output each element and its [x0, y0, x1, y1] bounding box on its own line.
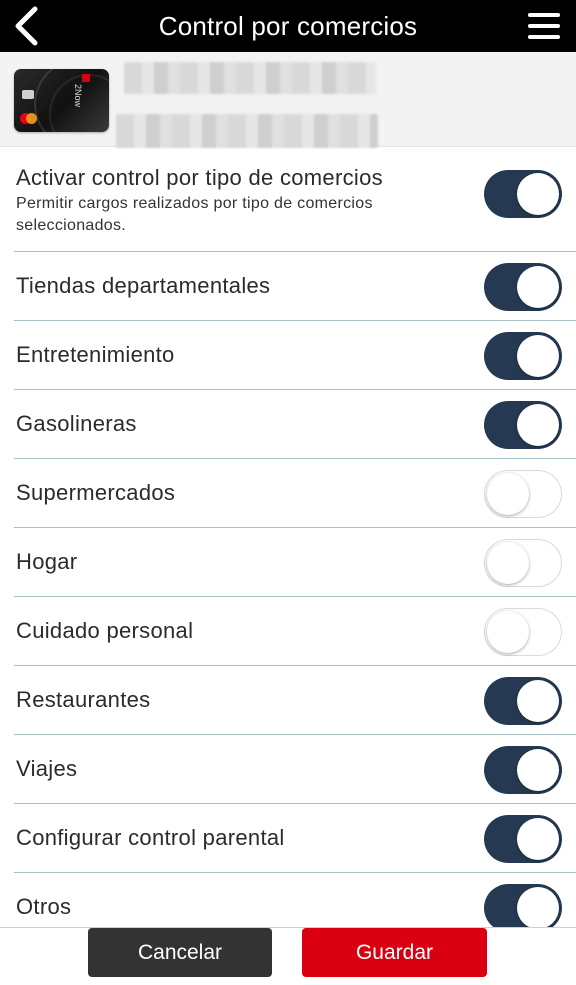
category-row: Hogar — [14, 528, 576, 597]
back-button[interactable] — [8, 4, 44, 48]
category-label: Hogar — [16, 549, 78, 574]
menu-button[interactable] — [526, 10, 562, 42]
category-toggle[interactable] — [484, 332, 562, 380]
category-toggle[interactable] — [484, 746, 562, 794]
master-control-label: Activar control por tipo de comercios — [16, 165, 383, 190]
category-toggle[interactable] — [484, 539, 562, 587]
category-toggle[interactable] — [484, 815, 562, 863]
master-control-description: Permitir cargos realizados por tipo de c… — [16, 195, 373, 234]
category-label: Viajes — [16, 756, 78, 781]
category-row: Tiendas departamentales — [14, 252, 576, 321]
category-row: Supermercados — [14, 459, 576, 528]
category-label: Entretenimiento — [16, 342, 175, 367]
chevron-left-icon — [15, 6, 38, 46]
category-row: Gasolineras — [14, 390, 576, 459]
category-label: Restaurantes — [16, 687, 151, 712]
merchant-controls-list: Activar control por tipo de comercios Pe… — [0, 148, 576, 942]
card-brand-text: 2Now — [73, 84, 83, 108]
category-row: Viajes — [14, 735, 576, 804]
master-control-row: Activar control por tipo de comercios Pe… — [14, 148, 576, 252]
category-row: Configurar control parental — [14, 804, 576, 873]
page-title: Control por comercios — [158, 10, 418, 41]
category-label: Supermercados — [16, 480, 176, 505]
category-row: Restaurantes — [14, 666, 576, 735]
card-number-redacted — [116, 114, 378, 148]
save-button[interactable]: Guardar — [302, 928, 487, 977]
category-toggle[interactable] — [484, 263, 562, 311]
category-toggle[interactable] — [484, 608, 562, 656]
category-toggle[interactable] — [484, 470, 562, 518]
category-label: Gasolineras — [16, 411, 137, 436]
category-toggle[interactable] — [484, 677, 562, 725]
bank-logo-icon — [82, 74, 90, 82]
master-control-toggle[interactable] — [484, 170, 562, 218]
hamburger-menu-icon — [528, 13, 560, 17]
category-label: Cuidado personal — [16, 618, 194, 643]
card-name-redacted — [124, 62, 376, 94]
category-row: Entretenimiento — [14, 321, 576, 390]
category-toggle[interactable] — [484, 884, 562, 932]
category-label: Configurar control parental — [16, 825, 285, 850]
action-footer: Cancelar Guardar — [0, 927, 576, 985]
top-app-bar: Control por comercios — [0, 0, 576, 52]
category-toggle[interactable] — [484, 401, 562, 449]
category-label: Tiendas departamentales — [16, 273, 271, 298]
credit-card-image: 2Now — [14, 69, 109, 132]
category-row: Cuidado personal — [14, 597, 576, 666]
card-chip-icon — [22, 90, 34, 99]
cancel-button[interactable]: Cancelar — [88, 928, 272, 977]
